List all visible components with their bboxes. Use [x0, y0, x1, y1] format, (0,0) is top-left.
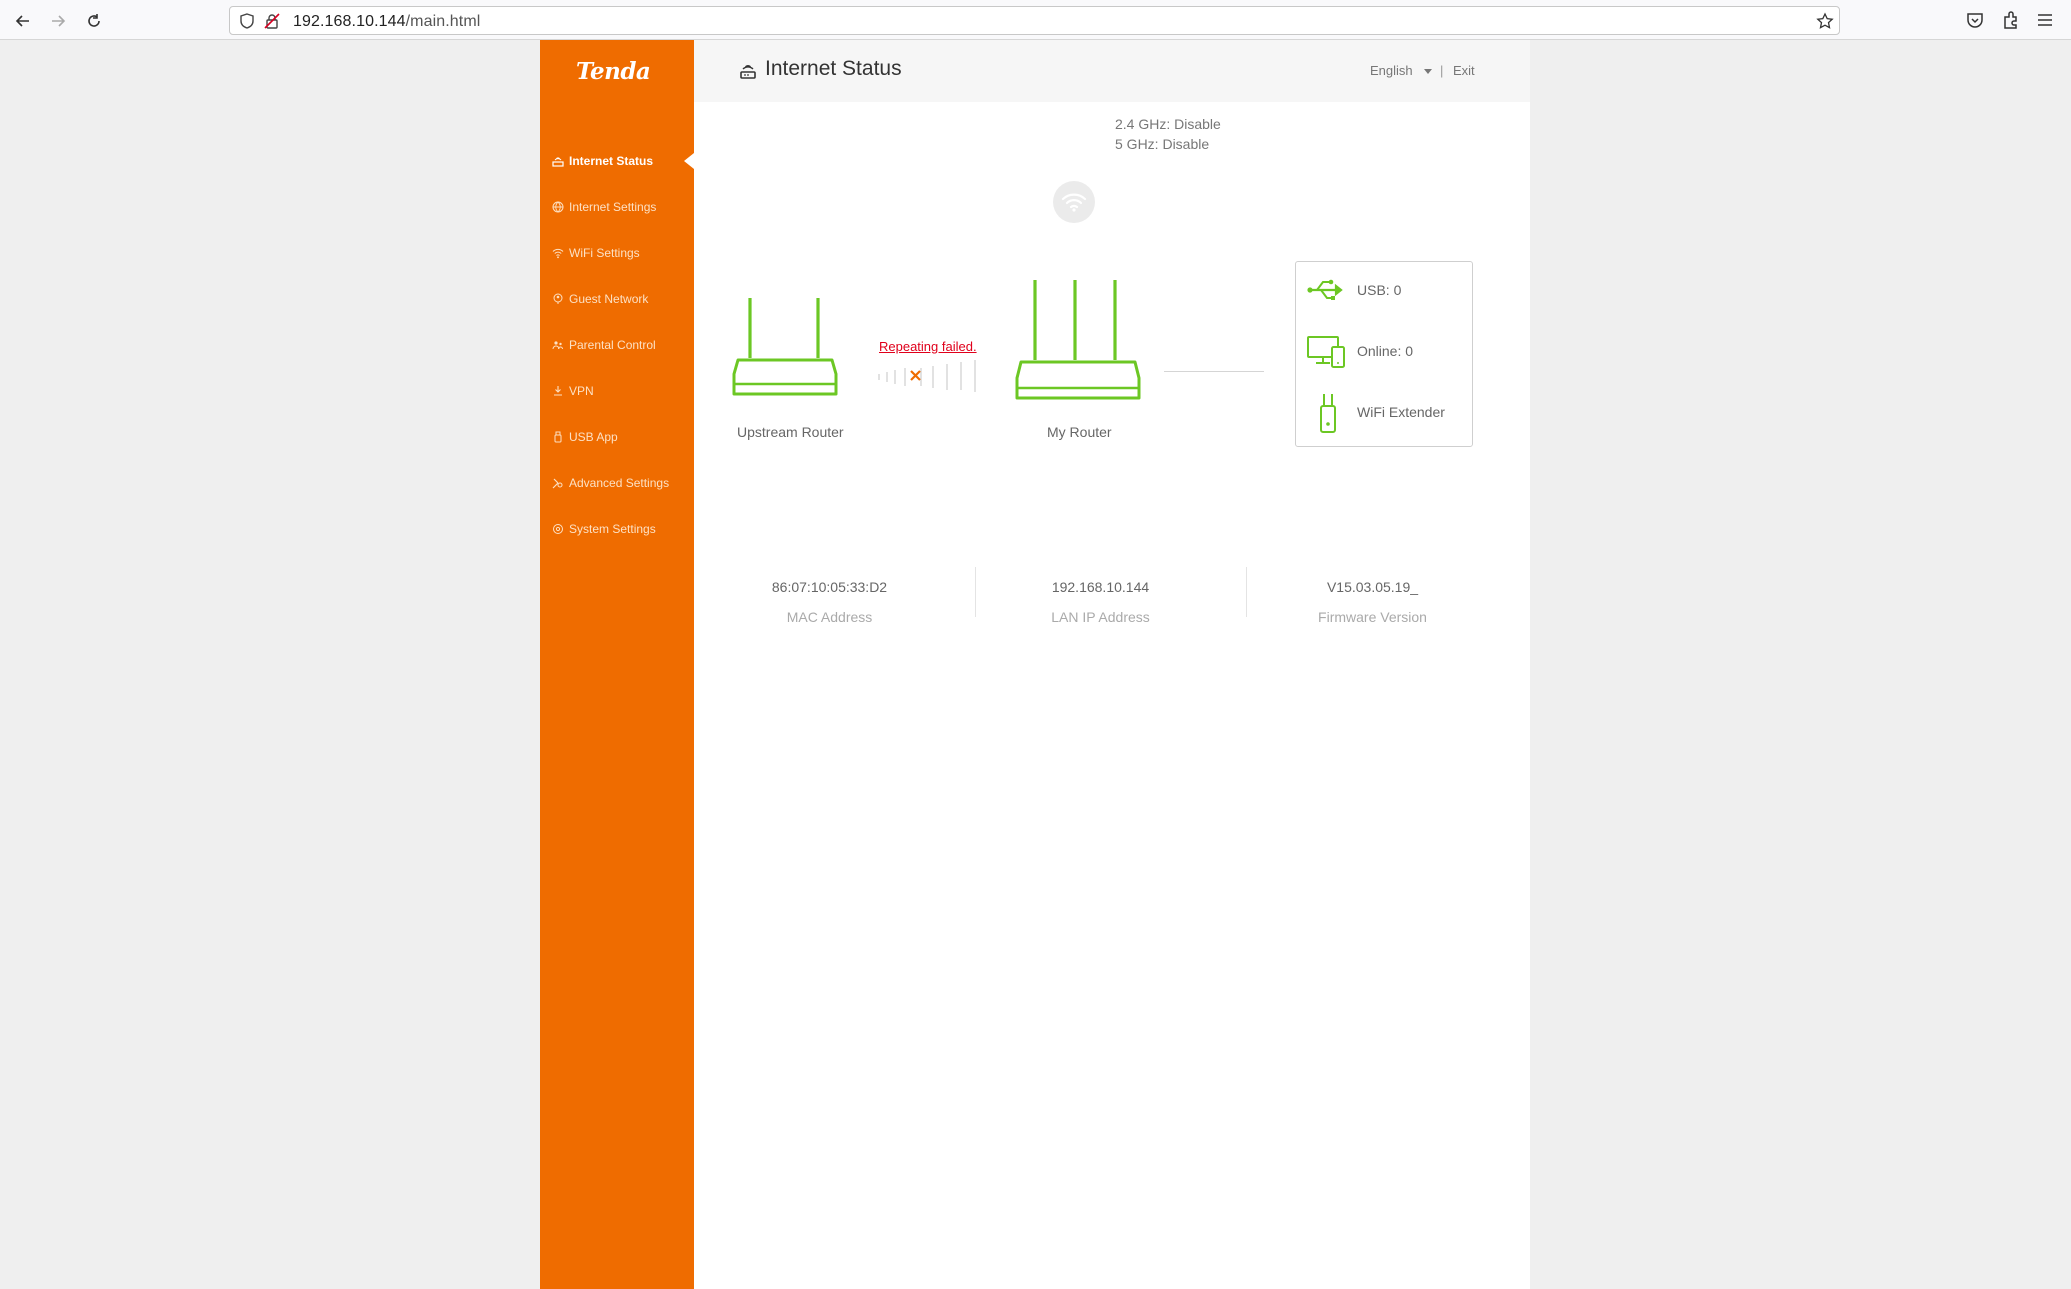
- sidebar-item-system-settings[interactable]: System Settings: [540, 506, 694, 552]
- chevron-down-icon[interactable]: [1424, 69, 1432, 74]
- back-arrow-icon: [15, 15, 29, 27]
- band-24-status: 2.4 GHz: Disable: [1115, 116, 1221, 132]
- url-host: 192.168.10.144: [293, 13, 406, 30]
- sidebar-item-label: Parental Control: [569, 338, 656, 352]
- sidebar-item-parental-control[interactable]: Parental Control: [540, 322, 694, 368]
- wifi-icon: [552, 248, 564, 259]
- online-count: Online: 0: [1357, 343, 1414, 359]
- forward-arrow-icon: [52, 15, 66, 27]
- wifi-icon: [1061, 193, 1087, 212]
- wifi-extender-label: WiFi Extender: [1357, 404, 1445, 420]
- sidebar-item-label: VPN: [569, 384, 594, 398]
- usb-icon: [554, 431, 562, 443]
- my-router-icon: [1015, 280, 1141, 400]
- menu-hamburger-icon[interactable]: [2034, 9, 2056, 31]
- sidebar-item-vpn[interactable]: VPN: [540, 368, 694, 414]
- reload-button[interactable]: [81, 8, 107, 34]
- client-status-box: USB: 0 Online: 0 WiFi Extender: [1295, 261, 1473, 447]
- sidebar-item-advanced-settings[interactable]: Advanced Settings: [540, 460, 694, 506]
- firmware-info: V15.03.05.19_ Firmware Version: [1237, 572, 1508, 632]
- lan-ip-label: LAN IP Address: [1051, 609, 1150, 625]
- tenda-logo: Tenda: [576, 58, 651, 85]
- usb-icon: [1307, 279, 1343, 300]
- sidebar-item-label: WiFi Settings: [569, 246, 640, 260]
- sidebar-item-label: USB App: [569, 430, 618, 444]
- connection-line: [1164, 371, 1264, 372]
- address-bar[interactable]: 192.168.10.144/main.html: [229, 6, 1840, 35]
- url-path: /main.html: [405, 13, 481, 30]
- parental-icon: [552, 341, 563, 350]
- language-select[interactable]: English: [1370, 63, 1413, 78]
- usb-status-row[interactable]: USB: 0: [1296, 270, 1472, 310]
- gear-icon: [553, 524, 563, 534]
- wifi-status-button[interactable]: [1053, 181, 1095, 223]
- extender-status-row[interactable]: WiFi Extender: [1296, 392, 1472, 433]
- guest-icon: [553, 293, 563, 304]
- router-signal-icon: [552, 157, 564, 167]
- sidebar-item-internet-settings[interactable]: Internet Settings: [540, 184, 694, 230]
- insecure-lock-icon[interactable]: [263, 12, 281, 30]
- reload-icon: [88, 14, 100, 27]
- lan-ip-value: 192.168.10.144: [1051, 579, 1150, 595]
- sidebar-menu: Internet Status Internet Settings WiFi S…: [540, 138, 694, 552]
- globe-icon: [552, 201, 564, 213]
- devices-icon: [1307, 336, 1345, 368]
- upstream-router-label: Upstream Router: [737, 424, 844, 440]
- router-signal-icon: [740, 65, 756, 79]
- extensions-icon[interactable]: [2000, 9, 2022, 31]
- page-title: Internet Status: [765, 57, 902, 80]
- lan-ip-info: 192.168.10.144 LAN IP Address: [965, 572, 1236, 632]
- main-panel: Internet Status English | Exit 2.4 GHz: …: [694, 40, 1530, 1289]
- forward-button[interactable]: [45, 8, 71, 34]
- sidebar-item-label: Internet Status: [569, 154, 654, 168]
- exit-link[interactable]: Exit: [1453, 63, 1475, 78]
- usb-count: USB: 0: [1357, 282, 1402, 298]
- mac-address-info: 86:07:10:05:33:D2 MAC Address: [694, 572, 965, 632]
- wifi-extender-icon: [1320, 394, 1336, 433]
- sidebar: Tenda Internet Status Internet Settings …: [540, 40, 694, 1289]
- online-status-row[interactable]: Online: 0: [1296, 331, 1472, 371]
- mac-address-label: MAC Address: [786, 609, 873, 625]
- page-header: Internet Status English | Exit: [694, 40, 1530, 102]
- header-separator: |: [1440, 63, 1444, 78]
- firmware-label: Firmware Version: [1318, 609, 1427, 625]
- firmware-value: V15.03.05.19_: [1326, 579, 1419, 595]
- sidebar-item-label: System Settings: [569, 522, 656, 536]
- tools-icon: [552, 478, 563, 489]
- mac-address-value: 86:07:10:05:33:D2: [771, 579, 888, 595]
- my-router-label: My Router: [1047, 424, 1112, 440]
- sidebar-item-label: Guest Network: [569, 292, 649, 306]
- sidebar-item-guest-network[interactable]: Guest Network: [540, 276, 694, 322]
- sidebar-item-usb-app[interactable]: USB App: [540, 414, 694, 460]
- bookmark-star-icon[interactable]: [1816, 12, 1834, 30]
- url-text: 192.168.10.144/main.html: [293, 13, 480, 31]
- repeating-failed-link[interactable]: Repeating failed.: [879, 339, 977, 354]
- sidebar-item-label: Advanced Settings: [569, 476, 670, 490]
- vpn-icon: [554, 386, 562, 396]
- shield-icon[interactable]: [238, 12, 256, 30]
- sidebar-item-wifi-settings[interactable]: WiFi Settings: [540, 230, 694, 276]
- band-5-status: 5 GHz: Disable: [1115, 136, 1210, 152]
- signal-bars-icon: [878, 360, 976, 392]
- sidebar-item-label: Internet Settings: [569, 200, 657, 214]
- back-button[interactable]: [10, 8, 36, 34]
- browser-toolbar: 192.168.10.144/main.html: [0, 0, 2071, 40]
- upstream-router-icon: [732, 298, 838, 396]
- sidebar-item-internet-status[interactable]: Internet Status: [540, 138, 694, 184]
- pocket-icon[interactable]: [1964, 9, 1986, 31]
